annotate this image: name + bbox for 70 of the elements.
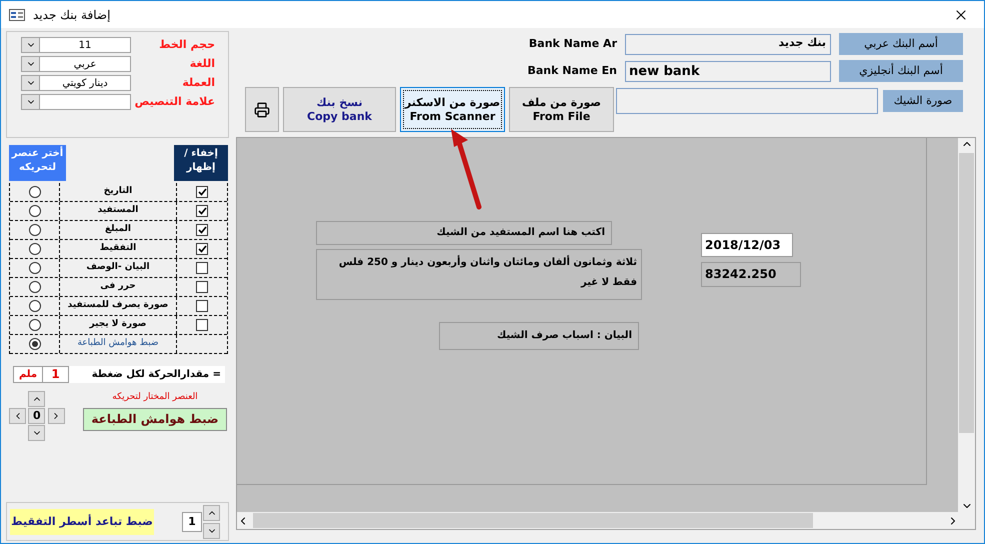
check-icon	[198, 207, 206, 215]
check-image-button[interactable]: صورة الشيك	[883, 90, 963, 112]
checkbox[interactable]	[196, 319, 208, 331]
checkbox[interactable]	[196, 224, 208, 236]
check-icon	[198, 245, 206, 253]
field-label: Bank Name Ar	[528, 36, 617, 52]
print-button[interactable]	[245, 87, 279, 132]
element-label: التفقيط	[100, 242, 136, 256]
checkbox[interactable]	[196, 186, 208, 198]
bank-name-field[interactable]: بنك جديد	[625, 34, 831, 54]
combo-value: عربي	[72, 58, 98, 72]
radio-button[interactable]	[28, 243, 40, 255]
radio-button[interactable]	[28, 338, 40, 350]
setting-label: اللغة	[188, 56, 215, 72]
combo-box[interactable]: دينار كويتي	[21, 75, 131, 91]
amount-words-field[interactable]: ثلاثة وثمانون ألفان ومائتان واثنان وأربعون دينار و 250 فلس فقط لا غير	[316, 249, 642, 300]
payee-field[interactable]: اكتب هنا اسم المستفيد من الشيك	[316, 221, 612, 245]
selected-element-field: ضبط هوامش الطباعة	[83, 408, 227, 430]
combo-value: 11	[78, 38, 92, 52]
element-label: التاريخ	[104, 185, 132, 198]
element-label: صورة يصرف للمستفيد	[68, 299, 168, 312]
radio-button[interactable]	[28, 224, 40, 236]
combo-value: دينار كويتي	[61, 76, 109, 90]
setting-label: علامة التنصيص	[134, 94, 215, 110]
printer-icon	[254, 102, 270, 118]
spacing-field[interactable]: 1	[182, 512, 202, 532]
horizontal-scrollbar[interactable]	[237, 512, 959, 529]
radio-button[interactable]	[28, 300, 40, 312]
radio-button[interactable]	[28, 319, 40, 331]
setting-label: حجم الخط	[158, 36, 215, 53]
field-label: Bank Name En	[527, 62, 617, 79]
element-label: حرر فى	[100, 280, 136, 294]
element-label: المستفيد	[98, 204, 138, 218]
element-label: البيان -الوصف	[86, 261, 150, 274]
spacing-label: ضبط تباعد أسطر التفقيط	[10, 508, 154, 534]
bank-name-button[interactable]: أسم البنك عربي	[839, 33, 963, 55]
element-label: ضبط هوامش الطباعة	[77, 337, 159, 350]
check-icon	[198, 188, 206, 196]
vertical-scrollbar[interactable]	[958, 138, 975, 512]
combo-box[interactable]: 11	[21, 37, 131, 53]
step-label: مقدارالحركة لكل ضغطة =	[90, 368, 222, 382]
checkbox[interactable]	[196, 262, 208, 274]
memo-field[interactable]: البيان : اسباب صرف الشيك	[439, 322, 639, 350]
combo-box[interactable]	[21, 94, 131, 110]
form-icon	[9, 8, 25, 20]
checkbox[interactable]	[196, 300, 208, 312]
checkbox[interactable]	[196, 243, 208, 255]
setting-label: العملة	[181, 74, 215, 91]
selected-caption: العنصر المختار لتحريكه	[112, 391, 198, 404]
step-field[interactable]: 1	[43, 366, 69, 383]
image-path-field[interactable]	[616, 88, 878, 114]
element-label: المبلغ	[105, 223, 131, 236]
date-field[interactable]: 2018/12/03	[701, 233, 793, 257]
step-unit: ملم	[13, 366, 43, 383]
amount-field[interactable]: 83242.250	[701, 262, 801, 287]
offset-field[interactable]: 0	[28, 408, 46, 424]
column-header: أختر عنصر لتحريكه	[9, 145, 66, 181]
bank-name-button[interactable]: أسم البنك أنجليزي	[839, 60, 963, 82]
radio-button[interactable]	[28, 186, 40, 198]
radio-button[interactable]	[28, 205, 40, 217]
element-label: صورة لا يجير	[90, 318, 146, 332]
radio-button[interactable]	[28, 281, 40, 293]
radio-button[interactable]	[28, 262, 40, 274]
checkbox[interactable]	[196, 205, 208, 217]
bank-name-field[interactable]: new bank	[625, 60, 831, 82]
check-icon	[198, 226, 206, 234]
combo-box[interactable]: عربي	[21, 56, 131, 72]
window-title: إضافة بنك جديد	[33, 6, 112, 24]
checkbox[interactable]	[196, 281, 208, 293]
column-header: إخفاء / إظهار	[174, 145, 228, 181]
